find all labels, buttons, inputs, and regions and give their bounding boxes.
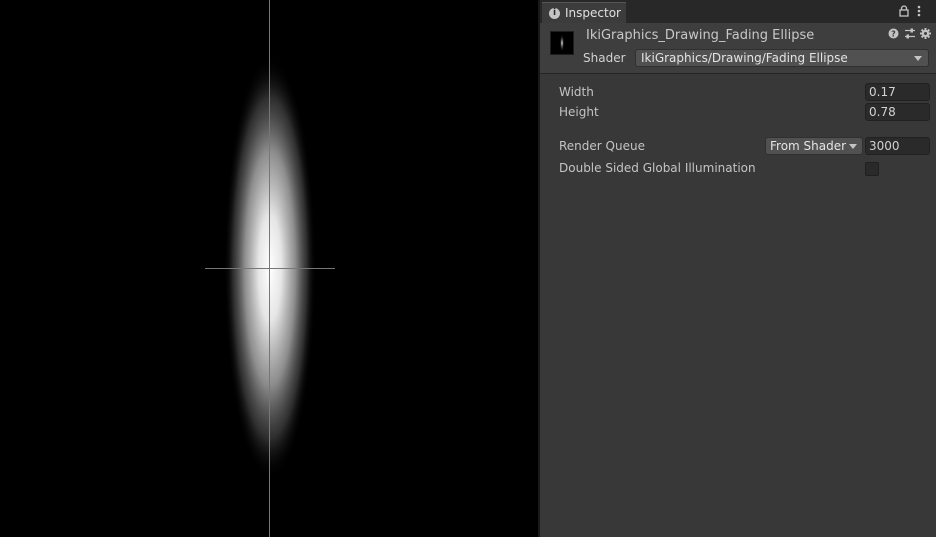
thumbnail-ellipse-icon	[559, 34, 565, 52]
width-field[interactable]: 0.17	[865, 83, 930, 101]
render-queue-mode-dropdown[interactable]: From Shader	[765, 137, 863, 155]
width-value: 0.17	[869, 85, 896, 99]
svg-text:?: ?	[891, 30, 896, 39]
render-queue-field[interactable]: 3000	[865, 137, 930, 155]
render-queue-value: 3000	[869, 139, 900, 153]
height-value: 0.78	[869, 105, 896, 119]
help-icon[interactable]: ?	[888, 28, 899, 39]
material-thumbnail	[550, 31, 574, 55]
width-label: Width	[559, 85, 594, 99]
tab-inspector-label: Inspector	[565, 6, 621, 20]
info-icon: i	[549, 8, 560, 19]
shader-dropdown-value: IkiGraphics/Drawing/Fading Ellipse	[641, 51, 848, 65]
inspector-panel: i Inspector IkiGraphics_Drawing_Fading E…	[540, 0, 936, 537]
material-header: IkiGraphics_Drawing_Fading Ellipse ? Sha…	[540, 23, 936, 74]
preview-canvas	[0, 0, 538, 537]
shader-label: Shader	[583, 51, 626, 65]
render-queue-mode-value: From Shader	[770, 139, 847, 153]
lock-icon[interactable]	[899, 5, 909, 17]
chevron-down-icon	[914, 56, 922, 61]
preset-icon[interactable]	[904, 28, 916, 39]
double-sided-gi-checkbox[interactable]	[865, 162, 879, 176]
material-preview[interactable]	[0, 0, 538, 537]
inspector-tab-bar: i Inspector	[540, 0, 936, 23]
unity-editor-window: i Inspector IkiGraphics_Drawing_Fading E…	[0, 0, 936, 537]
chevron-down-icon	[849, 144, 857, 149]
render-queue-label: Render Queue	[559, 139, 645, 153]
height-label: Height	[559, 105, 599, 119]
material-name: IkiGraphics_Drawing_Fading Ellipse	[586, 28, 815, 43]
shader-dropdown[interactable]: IkiGraphics/Drawing/Fading Ellipse	[635, 49, 929, 67]
gear-icon[interactable]	[920, 28, 931, 39]
tab-inspector[interactable]: i Inspector	[542, 2, 626, 23]
double-sided-gi-label: Double Sided Global Illumination	[559, 161, 756, 175]
menu-dots-icon[interactable]	[917, 5, 921, 17]
height-field[interactable]: 0.78	[865, 103, 930, 121]
